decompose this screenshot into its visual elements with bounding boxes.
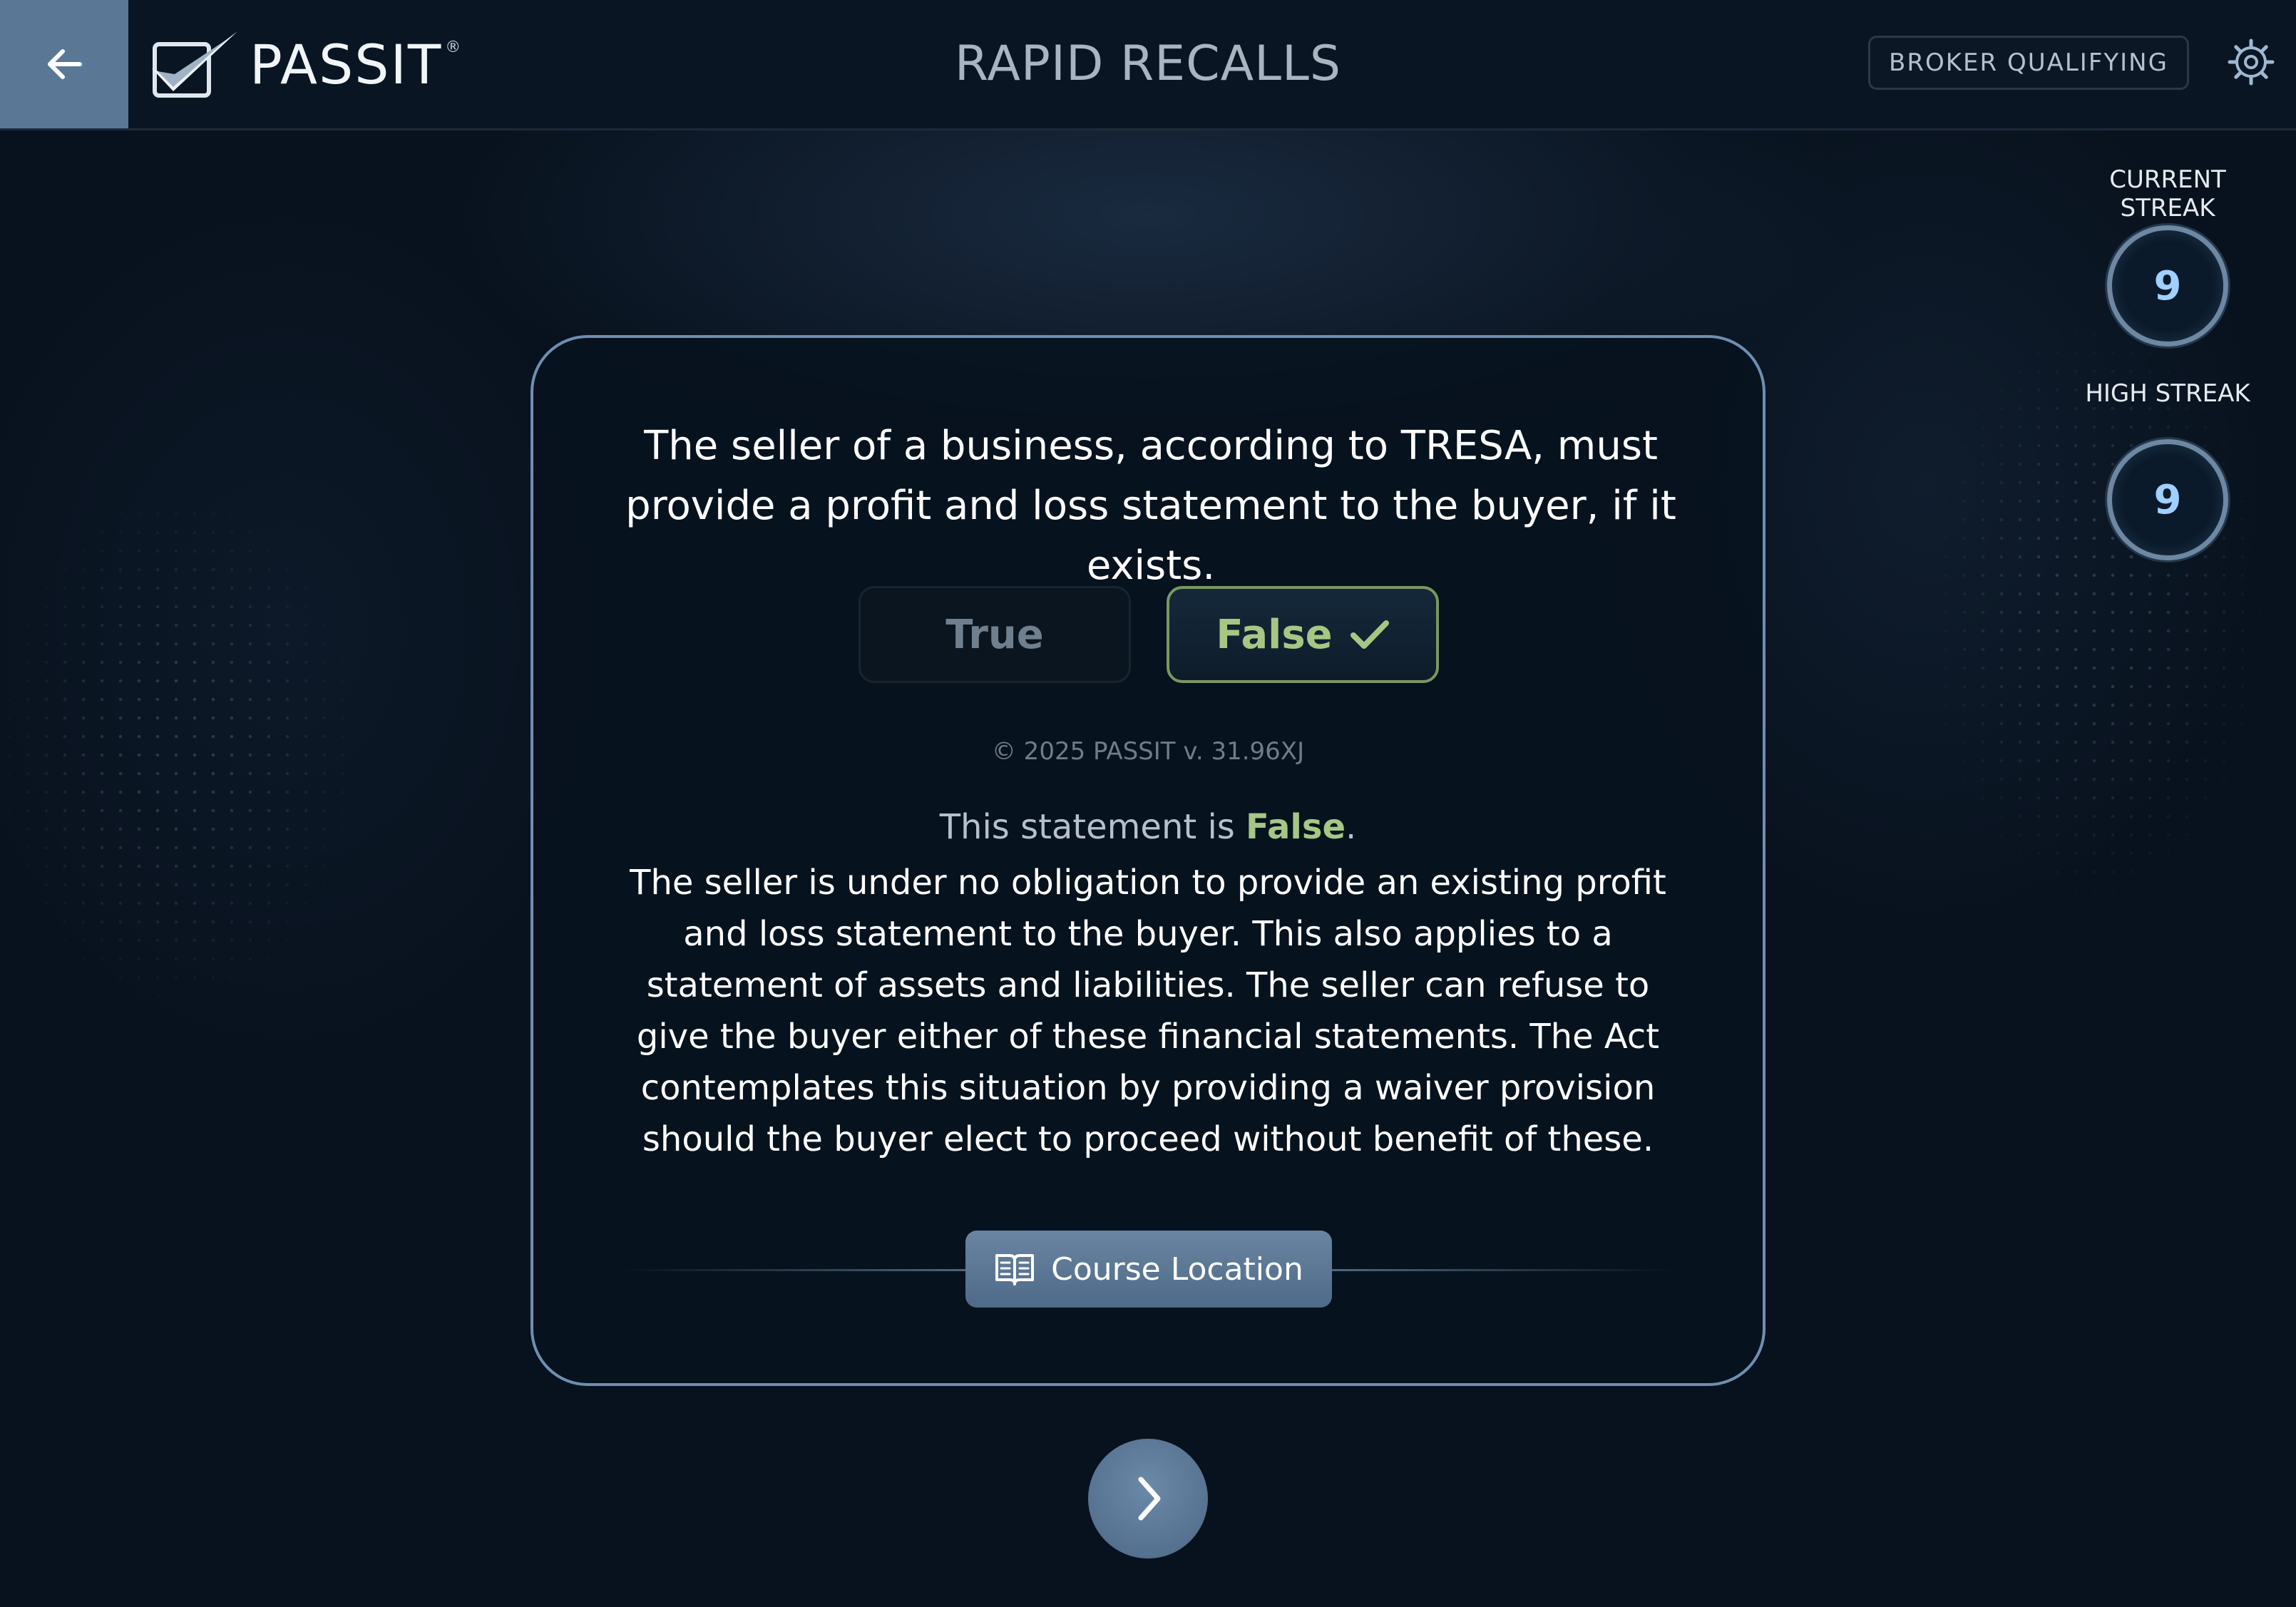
settings-button[interactable]	[2226, 37, 2276, 87]
copyright-text: © 2025 PASSIT v. 31.96XJ	[991, 737, 1305, 766]
answer-false-label: False	[1216, 611, 1333, 658]
verdict-line: This statement is False.	[533, 807, 1763, 847]
background-dots-left	[0, 356, 499, 1141]
explanation-text: The seller is under no obligation to pro…	[630, 863, 1666, 1159]
question-card: The seller of a business, according to T…	[531, 335, 1765, 1386]
current-streak-value: 9	[2107, 225, 2228, 346]
open-book-icon	[995, 1254, 1035, 1285]
high-streak-label: HIGH STREAK	[2085, 379, 2250, 408]
answer-true-label: True	[945, 611, 1044, 658]
question-text: The seller of a business, according to T…	[625, 423, 1676, 589]
mode-badge[interactable]: BROKER QUALIFYING	[1868, 36, 2189, 90]
arrow-left-icon	[48, 49, 82, 79]
top-bar: PASSIT ® RAPID RECALLS BROKER QUALIFYING	[0, 0, 2296, 130]
background-dots-right	[1825, 214, 2296, 1141]
passit-logo: PASSIT ®	[146, 21, 461, 107]
gear-icon	[2228, 38, 2275, 86]
current-streak-label: CURRENT STREAK	[2109, 165, 2226, 222]
answer-true-button[interactable]: True	[859, 586, 1131, 683]
high-streak-value: 9	[2107, 439, 2228, 560]
next-button[interactable]	[1088, 1439, 1208, 1559]
checkbox-logo-icon	[152, 31, 237, 98]
verdict-suffix: .	[1346, 807, 1357, 847]
course-location-button[interactable]: Course Location	[965, 1231, 1332, 1308]
divider-left	[619, 1269, 975, 1271]
verdict-value: False	[1246, 807, 1346, 847]
page-title: RAPID RECALLS	[954, 36, 1342, 92]
back-button[interactable]	[0, 0, 128, 128]
verdict-prefix: This statement is	[939, 807, 1246, 847]
course-location-label: Course Location	[1051, 1251, 1303, 1288]
brand-name: PASSIT	[250, 32, 443, 96]
answer-false-button[interactable]: False	[1167, 586, 1439, 683]
registered-mark: ®	[445, 38, 461, 56]
checkmark-icon	[1350, 620, 1389, 649]
divider-right	[1332, 1269, 1674, 1271]
chevron-right-icon	[1138, 1477, 1161, 1521]
